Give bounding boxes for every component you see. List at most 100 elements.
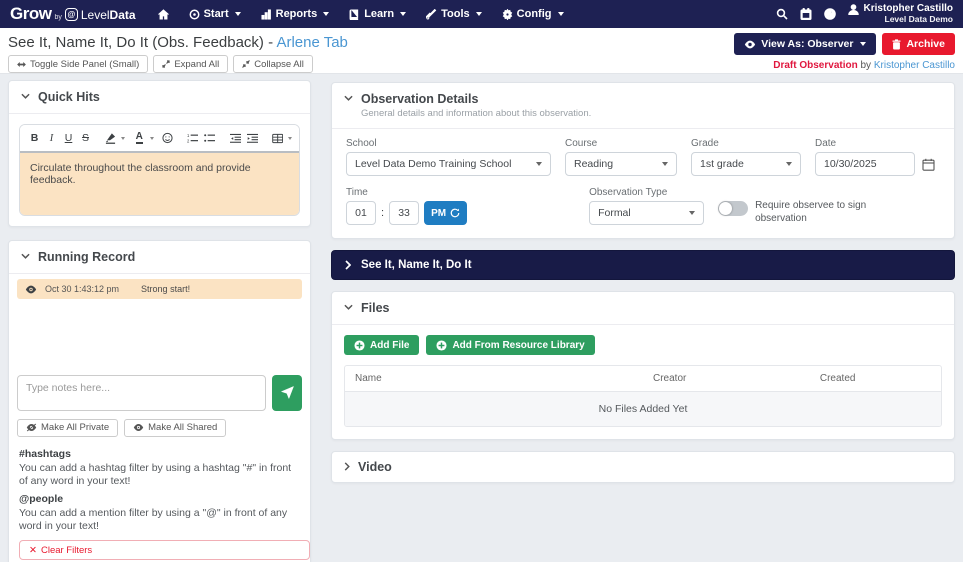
time-minute-input[interactable] (389, 201, 420, 225)
plus-circle-icon (436, 339, 447, 351)
add-file-button[interactable]: Add File (344, 335, 420, 355)
date-input[interactable] (815, 152, 915, 176)
notes-input[interactable] (17, 374, 266, 411)
svg-text:?: ? (827, 10, 832, 19)
meridiem-toggle-button[interactable]: PM (424, 201, 468, 225)
view-as-button[interactable]: View As: Observer (734, 33, 877, 55)
grade-value: 1st grade (700, 158, 744, 170)
time-hour-input[interactable] (346, 201, 376, 225)
strikethrough-icon[interactable]: S (78, 130, 93, 146)
add-from-resource-library-button[interactable]: Add From Resource Library (426, 335, 595, 355)
chevron-down-icon (689, 211, 696, 215)
chevron-down-icon[interactable] (121, 136, 126, 140)
running-record-list: Oct 30 1:43:12 pm Strong start! (9, 274, 310, 371)
meridiem-label: PM (431, 207, 447, 219)
course-select[interactable]: Reading (565, 152, 677, 176)
people-heading: @people (19, 492, 64, 505)
highlight-color-icon[interactable] (103, 130, 118, 146)
chevron-down-icon[interactable] (288, 136, 292, 140)
app-logo[interactable]: Grow by @ LevelData (10, 4, 136, 24)
quick-hits-title: Quick Hits (38, 90, 100, 104)
running-record-header[interactable]: Running Record (9, 241, 310, 274)
grade-select[interactable]: 1st grade (691, 152, 801, 176)
quick-hits-panel: Quick Hits B I U S A 1 2 Circulate throu… (8, 80, 311, 227)
grade-label: Grade (691, 138, 719, 149)
quick-hits-header[interactable]: Quick Hits (9, 81, 310, 114)
bold-icon[interactable]: B (27, 130, 42, 146)
unordered-list-icon[interactable] (202, 130, 217, 146)
view-as-label: View As: Observer (761, 38, 854, 50)
status-author-link[interactable]: Kristopher Castillo (874, 60, 955, 71)
eye-icon (744, 40, 756, 49)
observee-link[interactable]: Arlene Tab (276, 34, 347, 51)
school-select[interactable]: Level Data Demo Training School (346, 152, 551, 176)
nav-config[interactable]: Config (494, 4, 572, 24)
chevron-down-icon (400, 12, 407, 16)
make-all-shared-button[interactable]: Make All Shared (124, 418, 227, 437)
table-icon[interactable] (270, 130, 285, 146)
archive-label: Archive (906, 38, 945, 50)
outdent-icon[interactable] (228, 130, 243, 146)
archive-button[interactable]: Archive (882, 33, 955, 55)
underline-icon[interactable]: U (61, 130, 76, 146)
add-file-label: Add File (370, 339, 410, 351)
nav-start[interactable]: Start (181, 4, 249, 24)
chevron-down-icon (234, 12, 241, 16)
send-note-button[interactable] (272, 374, 302, 411)
school-value: Level Data Demo Training School (355, 158, 512, 170)
eye-slash-icon (26, 423, 37, 432)
home-icon (157, 8, 169, 20)
chevron-down-icon (475, 12, 482, 16)
chevron-down-icon (344, 95, 353, 101)
observation-title: See It, Name It, Do It (Obs. Feedback) (8, 34, 264, 51)
files-header[interactable]: Files (332, 292, 954, 325)
chevron-down-icon (536, 162, 542, 166)
help-icon[interactable]: ? (823, 8, 836, 20)
text-color-icon[interactable]: A (132, 130, 147, 146)
ordered-list-icon[interactable]: 12 (185, 130, 200, 146)
column-header-created: Created (819, 373, 856, 384)
nav-home[interactable] (150, 5, 177, 24)
observation-details-header[interactable]: Observation Details General details and … (332, 83, 954, 129)
quick-hits-content[interactable]: Circulate throughout the classroom and p… (20, 153, 299, 215)
brand-level: Level (80, 8, 110, 22)
expand-all-button[interactable]: Expand All (153, 55, 229, 73)
nav-reports[interactable]: Reports (253, 4, 338, 24)
eye-icon[interactable] (25, 285, 37, 294)
emoji-icon[interactable] (160, 130, 175, 146)
chevron-down-icon (662, 162, 668, 166)
see-it-name-it-section-bar[interactable]: See It, Name It, Do It (331, 250, 955, 280)
calendar-icon[interactable] (922, 158, 935, 171)
record-entry[interactable]: Oct 30 1:43:12 pm Strong start! (17, 279, 302, 299)
calendar-icon[interactable] (800, 7, 812, 20)
nav-tools[interactable]: Tools (418, 4, 490, 24)
clear-filters-label: Clear Filters (40, 544, 93, 556)
nav-reports-label: Reports (275, 8, 318, 20)
italic-icon[interactable]: I (44, 130, 59, 146)
files-empty-message: No Files Added Yet (345, 392, 941, 426)
search-icon[interactable] (776, 8, 788, 20)
entry-note: Strong start! (141, 284, 191, 294)
observation-type-select[interactable]: Formal (589, 201, 705, 225)
user-menu[interactable]: Kristopher Castillo Level Data Demo (847, 3, 954, 24)
indent-icon[interactable] (245, 130, 260, 146)
plus-circle-icon (354, 339, 365, 351)
clear-filters-button[interactable]: ✕ Clear Filters (19, 540, 310, 560)
chevron-down-icon (323, 12, 330, 16)
time-label: Time (346, 187, 368, 198)
collapse-all-button[interactable]: Collapse All (233, 55, 313, 73)
make-all-private-button[interactable]: Make All Private (17, 418, 119, 437)
require-sign-toggle[interactable] (718, 201, 749, 216)
user-org: Level Data Demo (884, 13, 954, 24)
toggle-side-panel-button[interactable]: Toggle Side Panel (Small) (8, 55, 149, 73)
video-title: Video (358, 460, 392, 474)
hashtags-help-text: You can add a hashtag filter by using a … (19, 461, 292, 487)
svg-text:1: 1 (187, 133, 190, 138)
top-navbar: Grow by @ LevelData Start Reports Learn … (0, 0, 963, 28)
chevron-right-icon (344, 462, 350, 471)
paper-plane-icon (280, 386, 294, 399)
nav-learn[interactable]: Learn (341, 4, 414, 24)
chevron-down-icon[interactable] (149, 136, 154, 140)
video-header[interactable]: Video (332, 452, 954, 482)
quick-hits-editor: B I U S A 12 Circulate throughout the cl… (19, 124, 300, 216)
